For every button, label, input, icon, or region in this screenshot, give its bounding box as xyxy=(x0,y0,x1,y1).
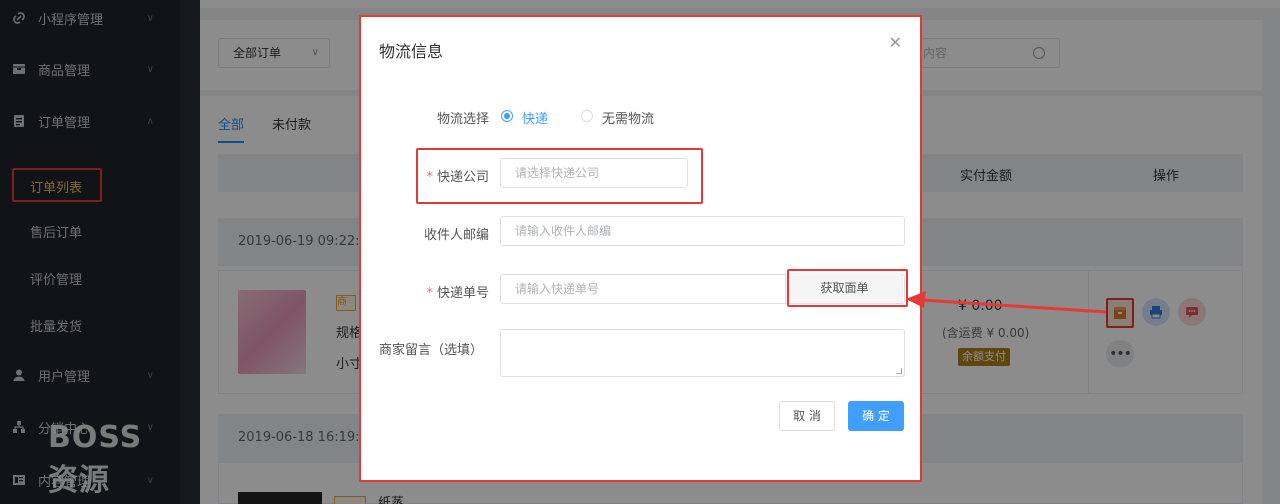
remark-label: 商家留言（选填） xyxy=(378,343,483,358)
zip-input[interactable]: 请输入收件人邮编 xyxy=(500,216,905,246)
logistics-dialog: 物流信息 ✕ 物流选择 快递 无需物流 * 快递公司 请选择快递公司 收件人邮编 … xyxy=(359,15,922,482)
zip-label: 收件人邮编 xyxy=(423,228,489,243)
confirm-button[interactable]: 确 定 xyxy=(848,401,904,431)
merchant-remark-textarea[interactable] xyxy=(500,329,905,377)
radio-no-logistics[interactable] xyxy=(581,110,593,122)
dialog-title: 物流信息 xyxy=(379,42,444,61)
zip-placeholder: 请输入收件人邮编 xyxy=(515,224,612,238)
required-mark: * xyxy=(426,286,433,301)
radio-express-label[interactable]: 快递 xyxy=(522,108,548,127)
cancel-button[interactable]: 取 消 xyxy=(779,401,835,431)
radio-express[interactable] xyxy=(501,110,513,122)
logistics-label: 物流选择 xyxy=(436,112,489,127)
tracking-placeholder: 请输入快递单号 xyxy=(515,282,600,296)
tracking-label: * 快递单号 xyxy=(361,282,489,301)
highlight-get-waybill xyxy=(787,269,908,307)
close-icon[interactable]: ✕ xyxy=(889,33,902,52)
tracking-label-text: 快递单号 xyxy=(436,286,489,301)
highlight-courier-company xyxy=(416,148,703,204)
resize-handle[interactable] xyxy=(896,368,902,374)
annotation-arrow xyxy=(906,291,1107,314)
radio-no-logistics-label[interactable]: 无需物流 xyxy=(602,108,654,127)
